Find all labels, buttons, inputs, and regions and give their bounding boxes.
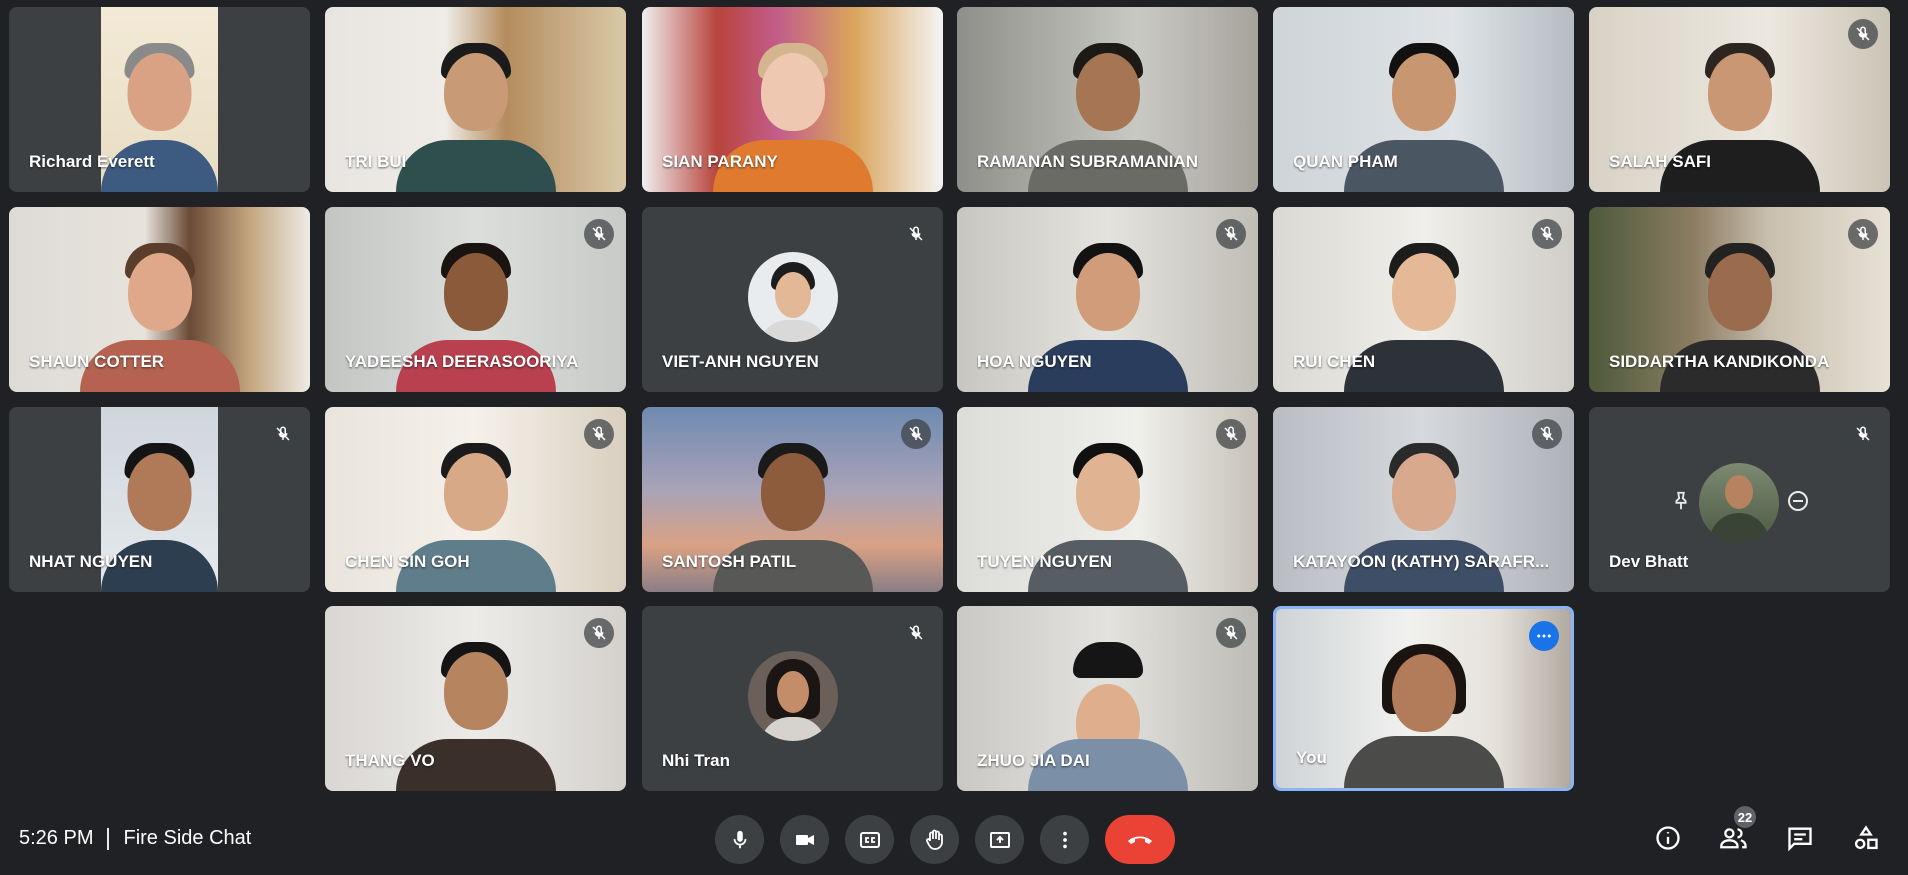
participant-tile[interactable]: RAMANAN SUBRAMANIAN xyxy=(957,7,1258,192)
mic-off-icon xyxy=(1532,419,1562,449)
captions-button[interactable] xyxy=(845,815,894,864)
hand-icon xyxy=(925,829,943,850)
meeting-details-button[interactable] xyxy=(1650,820,1686,856)
participant-name: RUI CHEN xyxy=(1293,352,1376,371)
leave-call-button[interactable] xyxy=(1105,815,1175,864)
mic-off-icon xyxy=(901,219,931,249)
mic-off-icon xyxy=(1848,419,1878,449)
mic-off-icon xyxy=(1216,219,1246,249)
bottom-bar: 5:26 PM Fire Side Chat 22 xyxy=(0,800,1908,875)
participant-name: RAMANAN SUBRAMANIAN xyxy=(977,152,1198,171)
mic-off-icon xyxy=(268,419,298,449)
participant-name: SIAN PARANY xyxy=(662,152,778,171)
present-icon xyxy=(989,831,1010,848)
participant-tile[interactable]: SHAUN COTTER xyxy=(9,207,310,392)
participant-tile[interactable]: TUYEN NGUYEN xyxy=(957,407,1258,592)
captions-icon xyxy=(859,831,880,848)
participant-tile[interactable]: Dev Bhatt xyxy=(1589,407,1890,592)
meeting-time: 5:26 PM xyxy=(19,827,94,849)
chat-icon xyxy=(1788,827,1812,852)
participant-tile[interactable]: SALAH SAFI xyxy=(1589,7,1890,192)
participant-name: Dev Bhatt xyxy=(1609,552,1689,571)
participant-name: TUYEN NGUYEN xyxy=(977,552,1113,571)
participant-tile[interactable]: KATAYOON (KATHY) SARAFR... xyxy=(1273,407,1574,592)
more-options-button[interactable] xyxy=(1529,621,1559,651)
avatar xyxy=(747,252,838,342)
people-count-badge: 22 xyxy=(1734,806,1756,828)
call-controls xyxy=(715,815,1175,864)
participant-tile[interactable]: RUI CHEN xyxy=(1273,207,1574,392)
participant-name: HOA NGUYEN xyxy=(977,352,1092,371)
participant-name: THANG VO xyxy=(345,751,435,770)
participant-name: SALAH SAFI xyxy=(1609,152,1711,171)
chat-button[interactable] xyxy=(1782,820,1818,856)
side-panel-controls: 22 xyxy=(1650,806,1884,856)
divider xyxy=(107,827,110,850)
activities-button[interactable] xyxy=(1848,820,1884,856)
participant-name: TRI BUI xyxy=(345,152,407,171)
participant-name: CHEN SIN GOH xyxy=(345,552,470,571)
meeting-info: 5:26 PM Fire Side Chat xyxy=(19,827,251,850)
mic-off-icon xyxy=(1848,19,1878,49)
participant-tile[interactable]: NHAT NGUYEN xyxy=(9,407,310,592)
self-tile[interactable]: You xyxy=(1273,606,1574,791)
mic-off-icon xyxy=(901,618,931,648)
participant-name: NHAT NGUYEN xyxy=(29,552,153,571)
more-vert-icon xyxy=(1062,831,1067,848)
participant-tile[interactable]: THANG VO xyxy=(325,606,626,791)
avatar xyxy=(1698,463,1779,544)
participant-name: YADEESHA DEERASOORIYA xyxy=(345,352,579,371)
participant-tile[interactable]: TRI BUI xyxy=(325,7,626,192)
participant-name: Nhi Tran xyxy=(662,751,731,770)
participant-tile[interactable]: VIET-ANH NGUYEN xyxy=(642,207,943,392)
microphone-icon xyxy=(733,830,746,848)
info-icon xyxy=(1656,826,1680,850)
participant-tile[interactable]: QUAN PHAM xyxy=(1273,7,1574,192)
raise-hand-button[interactable] xyxy=(910,815,959,864)
camera-button[interactable] xyxy=(780,815,829,864)
participant-name: Richard Everett xyxy=(29,152,155,171)
participant-name: KATAYOON (KATHY) SARAFR... xyxy=(1293,552,1550,571)
participant-name: VIET-ANH NGUYEN xyxy=(662,352,819,371)
participant-tile[interactable]: ZHUO JIA DAI xyxy=(957,606,1258,791)
mic-off-icon xyxy=(1848,219,1878,249)
mic-off-icon xyxy=(1216,618,1246,648)
participant-tile[interactable]: Nhi Tran xyxy=(642,606,943,791)
participant-name: SANTOSH PATIL xyxy=(662,552,797,571)
mic-off-icon xyxy=(901,419,931,449)
meeting-title: Fire Side Chat xyxy=(123,827,252,849)
participant-tile[interactable]: Richard Everett xyxy=(9,7,310,192)
participant-name: ZHUO JIA DAI xyxy=(977,751,1090,770)
participant-tile[interactable]: CHEN SIN GOH xyxy=(325,407,626,592)
participant-tile[interactable]: SANTOSH PATIL xyxy=(642,407,943,592)
participant-name: You xyxy=(1296,748,1327,767)
tile-hover-controls xyxy=(1659,463,1820,544)
mic-off-icon xyxy=(584,419,614,449)
participant-tile[interactable]: YADEESHA DEERASOORIYA xyxy=(325,207,626,392)
mic-off-icon xyxy=(1532,219,1562,249)
end-call-icon xyxy=(1128,836,1152,844)
people-button[interactable]: 22 xyxy=(1716,806,1756,856)
participant-tile[interactable]: SIAN PARANY xyxy=(642,7,943,192)
avatar xyxy=(747,651,838,741)
mic-off-icon xyxy=(584,618,614,648)
more-options-button[interactable] xyxy=(1040,815,1089,864)
participant-name: SIDDARTHA KANDIKONDA xyxy=(1609,352,1830,371)
participant-tile[interactable]: SIDDARTHA KANDIKONDA xyxy=(1589,207,1890,392)
participant-grid: Richard Everett TRI BUI SIAN PARANY RAMA… xyxy=(0,0,1908,800)
pin-icon[interactable] xyxy=(1670,490,1692,517)
mic-off-icon xyxy=(1216,419,1246,449)
participant-tile[interactable]: HOA NGUYEN xyxy=(957,207,1258,392)
activities-icon xyxy=(1854,825,1878,850)
present-button[interactable] xyxy=(975,815,1024,864)
mic-off-icon xyxy=(584,219,614,249)
camera-icon xyxy=(795,834,814,845)
people-icon xyxy=(1720,828,1747,849)
participant-name: QUAN PHAM xyxy=(1293,152,1398,171)
participant-name: SHAUN COTTER xyxy=(29,352,165,371)
remove-icon[interactable] xyxy=(1786,489,1810,518)
microphone-button[interactable] xyxy=(715,815,764,864)
